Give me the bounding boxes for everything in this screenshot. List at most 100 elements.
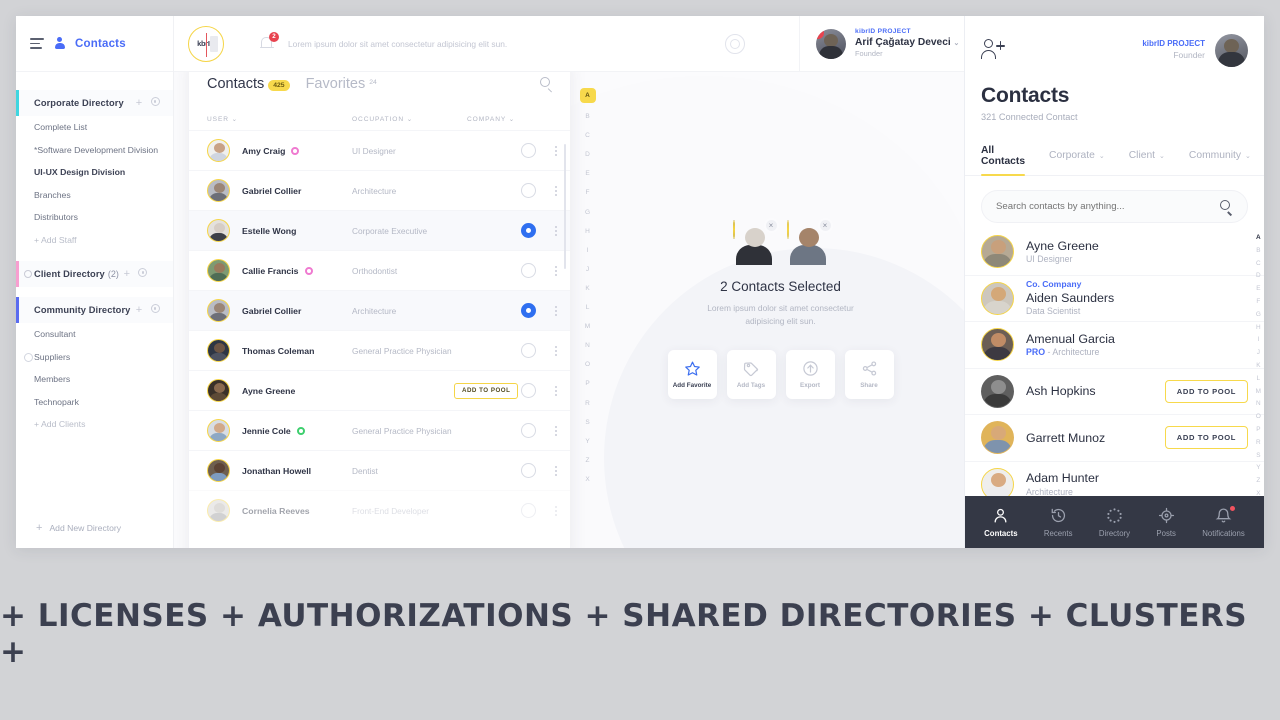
avatar[interactable] <box>1215 33 1248 67</box>
mobile-alphabet-rail[interactable]: ABCDEFGHIJKLMNOPRSYZX <box>1256 232 1261 501</box>
alphabet-index-letter[interactable]: F <box>1256 296 1260 309</box>
alphabet-index-letter[interactable]: B <box>1256 245 1260 258</box>
alphabet-index-letter[interactable]: E <box>585 164 589 183</box>
column-header-user[interactable]: USER ⌄ <box>207 115 352 123</box>
alphabet-index-letter[interactable]: J <box>586 260 589 279</box>
alphabet-index-letter[interactable]: A <box>1256 232 1261 245</box>
sidebar-item[interactable]: Suppliers <box>16 346 173 369</box>
row-more-icon[interactable] <box>555 145 557 156</box>
row-select-radio[interactable] <box>521 223 536 238</box>
row-more-icon[interactable] <box>555 185 557 196</box>
alphabet-index-letter[interactable]: M <box>585 317 590 336</box>
action-button[interactable]: Share <box>844 349 894 399</box>
group-settings-icon[interactable] <box>135 268 151 280</box>
alphabet-index-rail[interactable]: ABCDEFGHIJKLMNOPRSYZX <box>578 88 597 489</box>
alphabet-index-letter[interactable]: Z <box>586 451 590 470</box>
column-header-occupation[interactable]: OCCUPATION ⌄ <box>352 115 467 123</box>
alphabet-index-letter[interactable]: M <box>1256 386 1261 399</box>
list-item[interactable]: Ash Hopkins ADD TO POOL <box>965 369 1264 415</box>
add-user-icon[interactable] <box>981 39 1005 61</box>
alphabet-index-letter[interactable]: Y <box>1256 462 1260 475</box>
alphabet-index-letter[interactable]: S <box>1256 450 1260 463</box>
remove-selected-contact-icon[interactable]: × <box>763 218 779 234</box>
add-to-pool-button[interactable]: ADD TO POOL <box>1164 426 1248 450</box>
alphabet-index-letter[interactable]: X <box>1256 488 1260 501</box>
app-logo[interactable]: kbrID <box>188 25 224 62</box>
directory-group-header[interactable]: Corporate Directory + <box>16 90 173 116</box>
add-new-directory-button[interactable]: + Add New Directory <box>16 508 173 548</box>
row-more-icon[interactable] <box>555 265 557 276</box>
hamburger-icon[interactable] <box>30 38 44 49</box>
list-item[interactable]: Adam Hunter Architecture <box>965 462 1264 496</box>
lifebuoy-icon[interactable] <box>725 33 745 54</box>
tab-favorites[interactable]: Favorites 24 <box>306 76 377 92</box>
action-button[interactable]: Export <box>785 349 835 399</box>
add-to-group-icon[interactable]: + <box>119 268 135 280</box>
alphabet-index-letter[interactable]: S <box>585 413 589 432</box>
alphabet-index-letter[interactable]: D <box>1256 270 1261 283</box>
sidebar-item[interactable]: + Add Staff <box>16 229 173 252</box>
sidebar-item[interactable]: Technopark <box>16 391 173 414</box>
table-row[interactable]: Jennie Cole General Practice Physician <box>189 410 570 450</box>
list-item[interactable]: Amenual Garcia PRO - Architecture <box>965 322 1264 369</box>
sidebar-item[interactable]: Members <box>16 368 173 391</box>
scrollbar[interactable] <box>563 144 566 269</box>
row-more-icon[interactable] <box>555 505 557 516</box>
alphabet-index-letter[interactable]: A <box>579 88 596 103</box>
list-item[interactable]: Ayne Greene UI Designer <box>965 229 1264 276</box>
table-row[interactable]: Callie Francis Orthodontist <box>189 250 570 290</box>
add-to-group-icon[interactable]: + <box>131 304 147 316</box>
alphabet-index-letter[interactable]: E <box>1256 283 1260 296</box>
mobile-owner[interactable]: kibrID PROJECT Founder <box>1142 33 1248 67</box>
tab-all-contacts[interactable]: All Contacts <box>981 136 1026 176</box>
alphabet-index-letter[interactable]: C <box>585 126 590 145</box>
row-more-icon[interactable] <box>555 345 557 356</box>
directory-group-header[interactable]: Client Directory (2) + <box>16 261 173 287</box>
remove-selected-contact-icon[interactable]: × <box>817 218 833 234</box>
nav-item-contacts[interactable]: Contacts <box>984 507 1018 538</box>
row-select-radio[interactable] <box>521 343 536 358</box>
search-input[interactable] <box>996 201 1220 212</box>
nav-item-notifications[interactable]: Notifications <box>1202 505 1245 538</box>
nav-item-posts[interactable]: Posts <box>1156 507 1176 538</box>
table-row[interactable]: Jonathan Howell Dentist <box>189 450 570 490</box>
nav-item-directory[interactable]: Directory <box>1099 507 1130 538</box>
row-select-radio[interactable] <box>521 183 536 198</box>
alphabet-index-letter[interactable]: I <box>1257 334 1259 347</box>
row-select-radio[interactable] <box>521 463 536 478</box>
alphabet-index-letter[interactable]: Z <box>1256 475 1260 488</box>
row-more-icon[interactable] <box>555 305 557 316</box>
group-settings-icon[interactable] <box>147 97 163 109</box>
column-header-company[interactable]: COMPANY ⌄ <box>467 115 552 123</box>
sidebar-item[interactable]: Complete List <box>16 116 173 139</box>
alphabet-index-letter[interactable]: C <box>1256 258 1261 271</box>
alphabet-index-letter[interactable]: K <box>1256 360 1260 373</box>
alphabet-index-letter[interactable]: R <box>1256 437 1261 450</box>
list-item[interactable]: Garrett Munoz ADD TO POOL <box>965 415 1264 462</box>
table-row[interactable]: Cornelia Reeves Front-End Developer <box>189 490 570 530</box>
alphabet-index-letter[interactable]: N <box>1256 398 1261 411</box>
alphabet-index-letter[interactable]: G <box>585 203 590 222</box>
search-icon[interactable] <box>1220 200 1233 216</box>
tab-contacts[interactable]: Contacts 425 <box>207 76 290 92</box>
sidebar-item[interactable]: *Software Development Division <box>16 139 173 162</box>
list-item[interactable]: Co. Company Aiden Saunders Data Scientist <box>965 276 1264 322</box>
sidebar-item[interactable]: Consultant <box>16 323 173 346</box>
profile-menu[interactable]: 6 kibrID PROJECT Arif Çağatay Deveci ⌄ F… <box>799 16 964 71</box>
row-more-icon[interactable] <box>555 465 557 476</box>
table-row[interactable]: Estelle Wong Corporate Executive <box>189 210 570 250</box>
row-select-radio[interactable] <box>521 503 536 518</box>
alphabet-index-letter[interactable]: J <box>1257 347 1260 360</box>
alphabet-index-letter[interactable]: B <box>585 107 589 126</box>
alphabet-index-letter[interactable]: D <box>585 145 590 164</box>
directory-group-header[interactable]: Community Directory + <box>16 297 173 323</box>
search-field[interactable] <box>981 190 1248 223</box>
table-row[interactable]: Amy Craig UI Designer <box>189 130 570 170</box>
add-to-group-icon[interactable]: + <box>131 97 147 109</box>
alphabet-index-letter[interactable]: H <box>1256 322 1261 335</box>
alphabet-index-letter[interactable]: P <box>585 374 589 393</box>
alphabet-index-letter[interactable]: H <box>585 222 590 241</box>
add-to-pool-button[interactable]: ADD TO POOL <box>454 382 519 399</box>
table-row[interactable]: Ayne Greene ADD TO POOL <box>189 370 570 410</box>
alphabet-index-letter[interactable]: I <box>587 241 589 260</box>
